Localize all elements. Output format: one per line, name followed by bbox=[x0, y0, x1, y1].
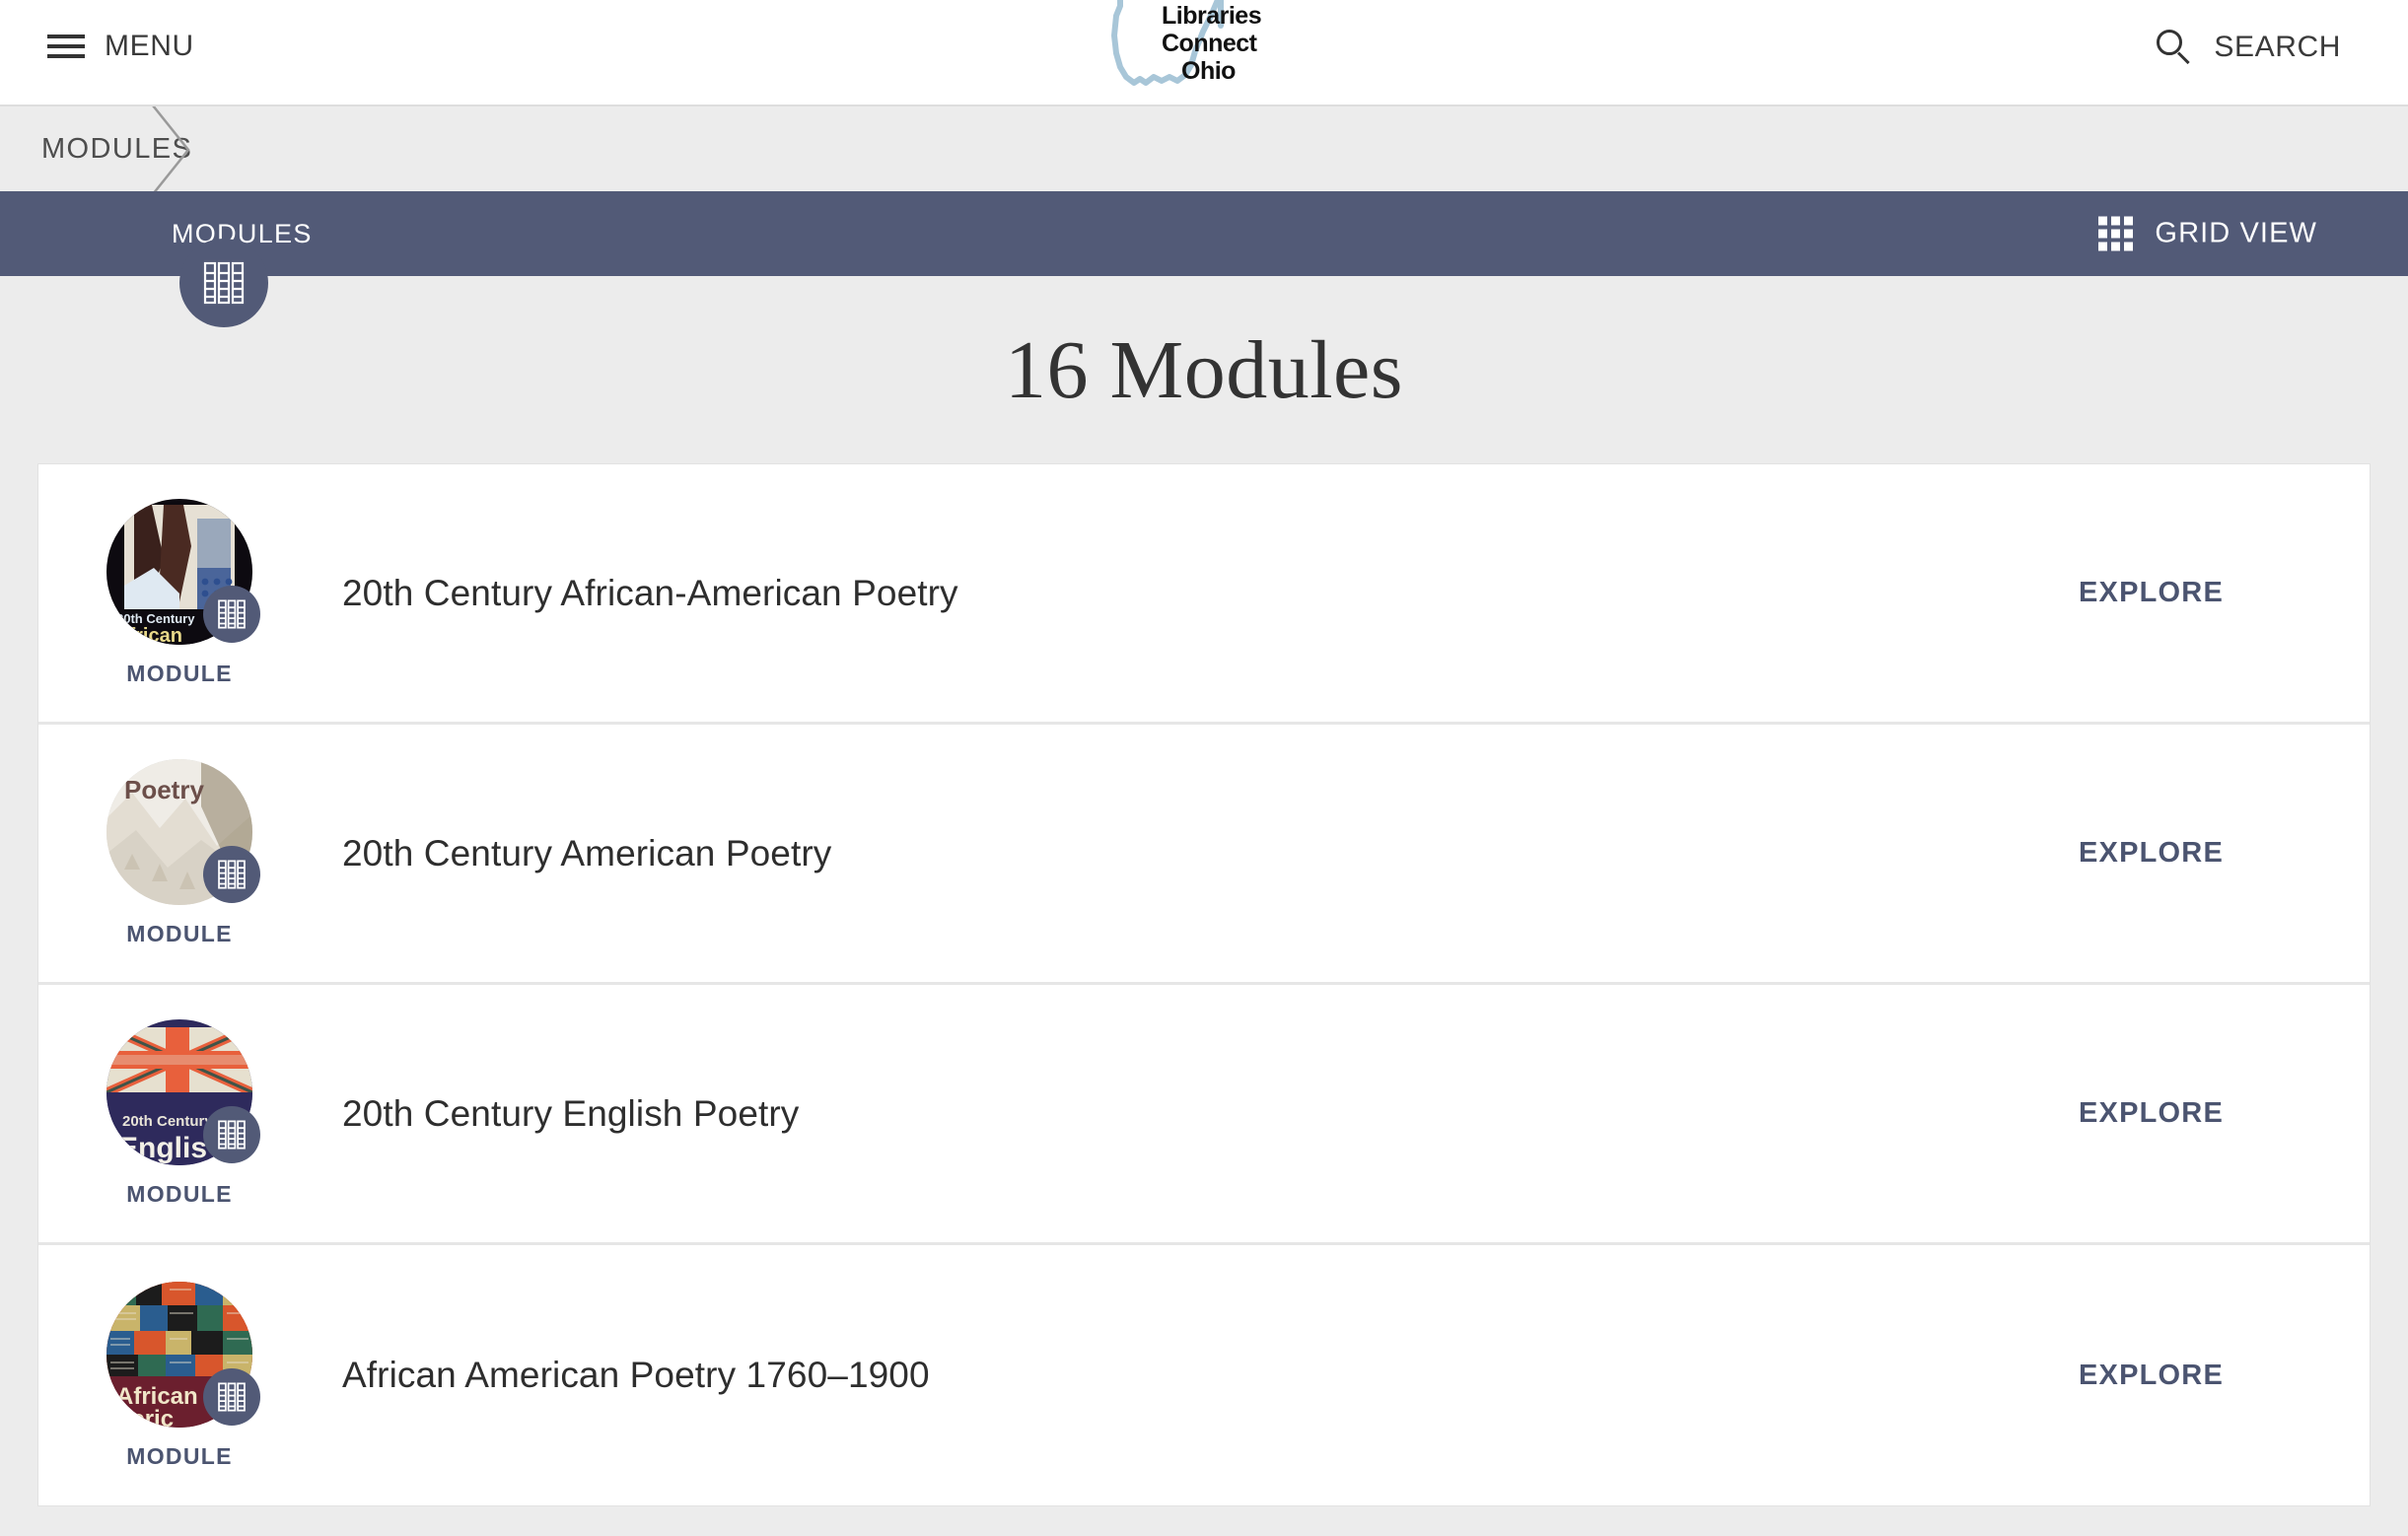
module-thumbnail-block: Poetry MODULE bbox=[106, 759, 260, 947]
site-header: MENU Libraries Connect Ohio Libraries Co… bbox=[0, 0, 2408, 105]
svg-text:Englis: Englis bbox=[118, 1132, 207, 1164]
section-badge bbox=[179, 239, 268, 327]
books-icon bbox=[218, 1120, 246, 1150]
breadcrumb: MODULES bbox=[0, 105, 2408, 191]
module-title[interactable]: 20th Century American Poetry bbox=[342, 833, 2079, 874]
svg-text:African: African bbox=[114, 625, 182, 645]
books-icon bbox=[218, 599, 246, 629]
module-kind-label: MODULE bbox=[126, 921, 233, 946]
module-title[interactable]: 20th Century English Poetry bbox=[342, 1093, 2079, 1135]
modules-list: 20th Century African MODULE 20th Century… bbox=[37, 463, 2371, 1506]
grid-view-toggle[interactable]: GRID VIEW bbox=[2098, 216, 2317, 251]
menu-button[interactable]: MENU bbox=[47, 30, 194, 63]
search-icon bbox=[2157, 30, 2192, 65]
module-type-badge bbox=[203, 846, 260, 903]
hamburger-icon bbox=[47, 33, 85, 60]
svg-text:Poetry: Poetry bbox=[124, 775, 204, 804]
search-label: SEARCH bbox=[2214, 31, 2341, 63]
explore-link[interactable]: EXPLORE bbox=[2079, 1097, 2224, 1130]
page-header: 16 Modules bbox=[0, 276, 2408, 463]
page-title: 16 Modules bbox=[1005, 323, 1403, 416]
svg-text:20th Century: 20th Century bbox=[116, 611, 195, 626]
explore-link[interactable]: EXPLORE bbox=[2079, 1360, 2224, 1392]
module-thumbnail-block: African meric MODULE bbox=[106, 1281, 260, 1470]
module-thumbnail-block: 20th Century African MODULE bbox=[106, 499, 260, 687]
module-type-badge bbox=[203, 1367, 260, 1426]
books-icon bbox=[203, 261, 245, 305]
module-kind-label: MODULE bbox=[126, 1181, 233, 1207]
site-logo[interactable]: Libraries Connect Ohio Libraries Connect… bbox=[1100, 0, 1308, 101]
svg-text:20th Century: 20th Century bbox=[122, 1113, 213, 1130]
table-row[interactable]: 20th Century African MODULE 20th Century… bbox=[38, 464, 2370, 725]
table-row[interactable]: African meric MODULE African American Po… bbox=[38, 1245, 2370, 1505]
books-icon bbox=[218, 1381, 246, 1412]
module-title[interactable]: 20th Century African-American Poetry bbox=[342, 573, 2079, 614]
module-kind-label: MODULE bbox=[126, 661, 233, 686]
module-type-badge bbox=[203, 586, 260, 643]
grid-view-label: GRID VIEW bbox=[2155, 217, 2317, 249]
svg-text:Ohio: Ohio bbox=[1181, 57, 1236, 85]
svg-text:Libraries: Libraries bbox=[1162, 2, 1261, 30]
books-icon bbox=[218, 860, 246, 889]
module-thumbnail-block: 20th Century Englis MODULE bbox=[106, 1019, 260, 1208]
menu-label: MENU bbox=[105, 30, 194, 62]
module-type-badge bbox=[203, 1106, 260, 1163]
explore-link[interactable]: EXPLORE bbox=[2079, 837, 2224, 870]
explore-link[interactable]: EXPLORE bbox=[2079, 577, 2224, 609]
search-button[interactable]: SEARCH bbox=[2157, 30, 2341, 65]
svg-text:meric: meric bbox=[110, 1406, 174, 1428]
module-title[interactable]: African American Poetry 1760–1900 bbox=[342, 1355, 2079, 1396]
grid-icon bbox=[2098, 216, 2134, 251]
svg-text:Connect: Connect bbox=[1162, 30, 1258, 57]
breadcrumb-chevron-icon bbox=[143, 106, 212, 191]
table-row[interactable]: Poetry MODULE 20th Century American Poet… bbox=[38, 725, 2370, 985]
table-row[interactable]: 20th Century Englis MODULE 20th Century … bbox=[38, 985, 2370, 1245]
module-kind-label: MODULE bbox=[126, 1442, 233, 1469]
section-nav-bar: MODULES GRID VIEW bbox=[0, 191, 2408, 327]
